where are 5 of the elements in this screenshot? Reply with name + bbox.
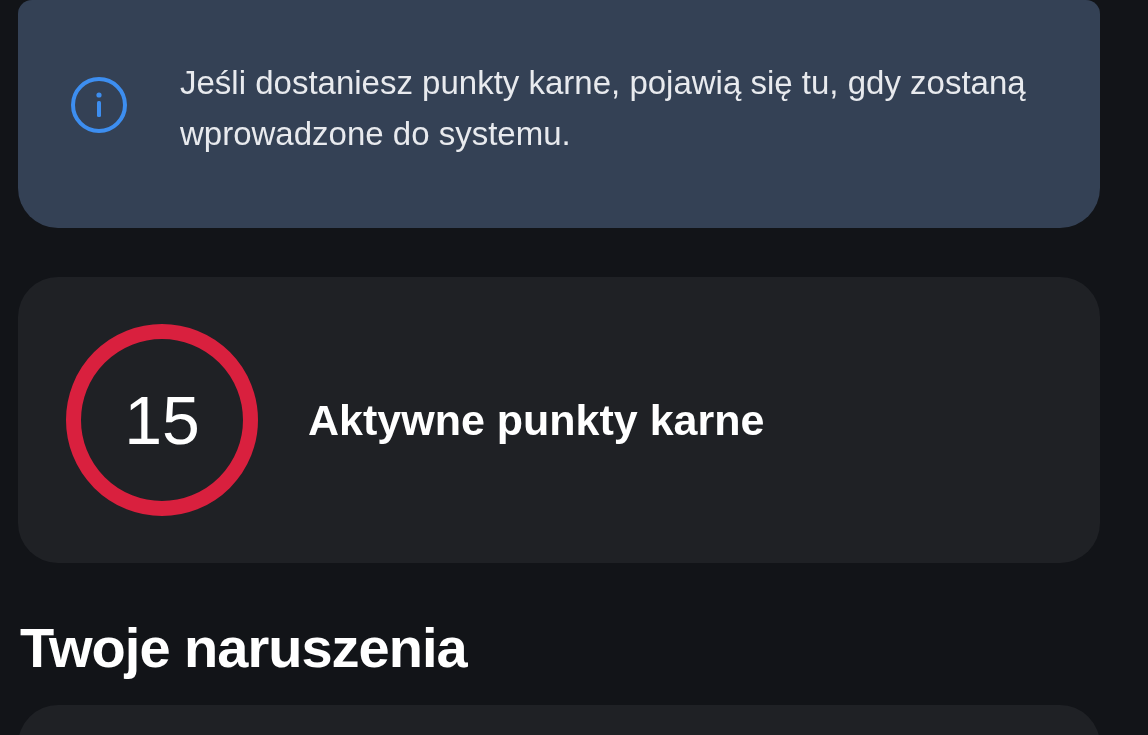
info-icon [70,76,128,134]
section-heading: Twoje naruszenia [20,615,469,681]
points-badge: 15 [66,324,258,516]
info-text: Jeśli dostaniesz punkty karne, pojawią się tu, gdy zostaną wprowadzone do systemu. [180,63,1027,154]
points-label: Aktywne punkty karne [308,395,765,445]
